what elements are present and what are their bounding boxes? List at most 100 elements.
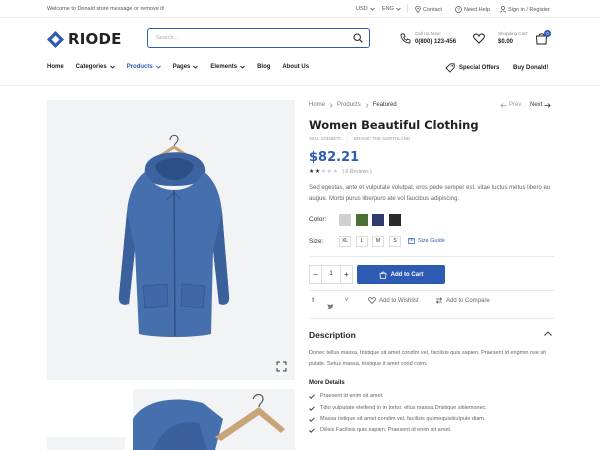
nav-item-home[interactable]: Home [47, 64, 64, 70]
list-item: Massa ristique sit amet condim vel, faci… [309, 416, 485, 422]
buy-link[interactable]: Buy Donald! [513, 65, 548, 71]
search-bar[interactable]: Search... [147, 28, 370, 48]
size-option-xl[interactable]: XL [339, 236, 351, 247]
breadcrumb: Home Products Featured [309, 102, 397, 108]
breadcrumb-products[interactable]: Products [337, 102, 361, 108]
expand-icon[interactable] [276, 361, 287, 372]
divider [0, 85, 600, 86]
add-to-wishlist-button[interactable]: Add to Wishlist [368, 297, 419, 304]
description-heading[interactable]: Description [309, 330, 356, 340]
location-pin-icon [415, 6, 421, 13]
add-to-cart-button[interactable]: Add to Cart [357, 265, 445, 284]
chevron-right-icon [329, 102, 333, 108]
check-icon [309, 405, 315, 411]
chevron-up-icon[interactable] [544, 331, 552, 336]
contact-link[interactable]: Contact [415, 6, 442, 13]
arrow-right-icon [544, 102, 551, 108]
product-main-image[interactable] [47, 100, 295, 380]
nav-item-products[interactable]: Products [127, 64, 161, 70]
chevron-down-icon [193, 65, 199, 69]
search-icon[interactable] [353, 33, 363, 43]
nav-item-blog[interactable]: Blog [257, 64, 270, 70]
star-empty-icon: ★ [332, 169, 339, 175]
chevron-down-icon [396, 7, 401, 11]
quantity-stepper[interactable]: − 1 + [309, 265, 353, 284]
jacket-closeup-image [133, 393, 285, 450]
tag-icon [445, 63, 455, 73]
arrow-left-icon [500, 102, 507, 108]
color-label: Color: [309, 216, 327, 223]
compare-icon [435, 297, 443, 304]
size-option-s[interactable]: S [389, 236, 401, 247]
check-icon [309, 427, 315, 433]
chevron-down-icon [109, 65, 115, 69]
product-price: $82.21 [309, 150, 360, 165]
divider [309, 318, 554, 319]
vimeo-icon[interactable]: v [345, 296, 348, 303]
call-label: Call Us Now: [415, 31, 442, 36]
special-offers-link[interactable]: Special Offers [445, 63, 499, 73]
more-details-heading: More Details [309, 380, 345, 386]
color-swatch-green[interactable] [356, 214, 368, 226]
product-sku: SKU: 12345670 [309, 136, 341, 141]
product-thumbnail[interactable] [133, 389, 295, 450]
help-link[interactable]: ? Need Help [455, 6, 490, 13]
chevron-down-icon [155, 65, 161, 69]
list-item: Dilisis Facilisis quis sapien. Praesent … [309, 427, 451, 433]
language-selector[interactable]: ENG [382, 6, 401, 12]
add-to-compare-button[interactable]: Add to Compare [435, 297, 490, 304]
product-thumbnail[interactable] [47, 437, 125, 450]
nav-item-categories[interactable]: Categories [76, 64, 115, 70]
size-guide-link[interactable]: Size Guide [408, 238, 445, 244]
size-option-l[interactable]: L [356, 236, 368, 247]
product-rating[interactable]: ★★★★★ ( 6 Reviews ) [309, 168, 372, 176]
user-icon [500, 6, 506, 13]
shopping-bag-icon [379, 271, 387, 279]
nav-item-about-us[interactable]: About Us [282, 64, 309, 70]
divider [309, 290, 554, 291]
description-body: Donec tellus massa, tristique sit amet c… [309, 350, 546, 367]
color-swatch-black[interactable] [389, 214, 401, 226]
cart-total: $0.00 [498, 39, 514, 45]
product-meta: SKU: 12345670 | BRAND: THE NORTHLAND [309, 136, 410, 141]
heart-icon [368, 297, 376, 304]
increase-button[interactable]: + [340, 266, 352, 283]
svg-text:?: ? [457, 7, 460, 12]
jacket-illustration [118, 134, 230, 337]
list-item: Tdio vulputate eleifend in in tortor. el… [309, 405, 487, 411]
currency-selector[interactable]: USD [356, 6, 375, 12]
sign-in-link[interactable]: Sign in / Register [500, 6, 550, 13]
product-short-description: Sed egestas, ante et vulputate volutpat,… [309, 185, 551, 202]
twitter-icon[interactable] [327, 297, 334, 315]
site-logo[interactable]: RIODE [47, 30, 122, 48]
cart-count-badge: 0 [544, 30, 551, 37]
nav-item-elements[interactable]: Elements [210, 64, 245, 70]
breadcrumb-current: Featured [372, 102, 397, 108]
next-button[interactable]: Next [530, 102, 551, 108]
color-swatch-navy[interactable] [372, 214, 384, 226]
prev-button[interactable]: Prev [500, 102, 521, 108]
size-option-m[interactable]: M [372, 236, 384, 247]
search-input[interactable]: Search... [156, 35, 178, 41]
decrease-button[interactable]: − [310, 266, 322, 283]
star-rating: ★★★★★ [309, 168, 338, 175]
color-swatch-gray[interactable] [339, 214, 351, 226]
welcome-message: Welcome to Donald store message or remov… [47, 6, 165, 12]
check-icon [309, 393, 315, 399]
cart-label: Shopping Cart: [498, 31, 529, 36]
nav-item-pages[interactable]: Pages [173, 64, 199, 70]
chevron-right-icon [365, 102, 369, 108]
phone-icon [400, 33, 411, 44]
meta-divider: | [346, 136, 348, 141]
breadcrumb-home[interactable]: Home [309, 102, 325, 108]
facebook-icon[interactable]: f [312, 297, 314, 304]
product-brand: BRAND: THE NORTHLAND [353, 136, 411, 141]
logo-text: RIODE [68, 30, 122, 48]
quantity-input[interactable]: 1 [322, 266, 340, 283]
help-circle-icon: ? [455, 6, 462, 13]
review-count[interactable]: ( 6 Reviews ) [342, 169, 371, 175]
check-icon [309, 416, 315, 422]
divider [407, 4, 408, 13]
size-label: Size: [309, 238, 324, 245]
heart-icon[interactable] [473, 33, 485, 44]
